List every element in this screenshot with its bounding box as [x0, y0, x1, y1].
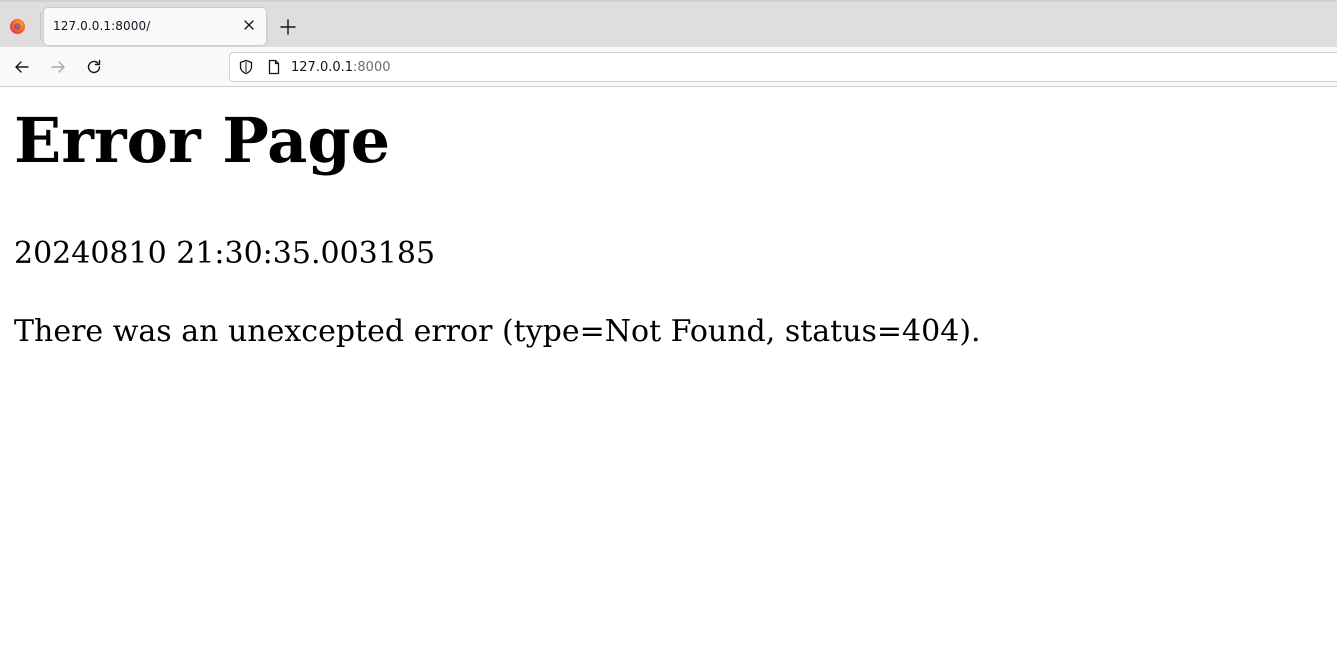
shield-icon[interactable] [238, 59, 254, 75]
url-port: :8000 [353, 60, 391, 75]
error-message: There was an unexcepted error (type=Not … [14, 314, 981, 349]
reload-icon[interactable] [84, 57, 104, 77]
url-bar[interactable]: 127.0.0.1:8000 [229, 52, 1337, 82]
tab-title: 127.0.0.1:8000/ [53, 19, 151, 33]
arrow-right-icon[interactable] [48, 57, 68, 77]
arrow-left-icon[interactable] [12, 57, 32, 77]
url-host: 127.0.0.1 [291, 60, 354, 75]
navigation-toolbar: 127.0.0.1:8000 [0, 47, 1337, 87]
firefox-logo-icon[interactable] [10, 19, 25, 34]
plus-icon[interactable] [278, 17, 298, 37]
page-content: Error Page 20240810 21:30:35.003185 Ther… [0, 88, 1337, 655]
tab-separator [40, 12, 41, 40]
close-icon[interactable] [241, 17, 257, 33]
tab-bar: 127.0.0.1:8000/ [0, 0, 1337, 47]
page-title: Error Page [14, 104, 391, 177]
tab-active[interactable]: 127.0.0.1:8000/ [44, 8, 266, 45]
url-text[interactable]: 127.0.0.1:8000 [291, 60, 391, 75]
page-icon[interactable] [266, 59, 282, 75]
error-timestamp: 20240810 21:30:35.003185 [14, 236, 436, 271]
